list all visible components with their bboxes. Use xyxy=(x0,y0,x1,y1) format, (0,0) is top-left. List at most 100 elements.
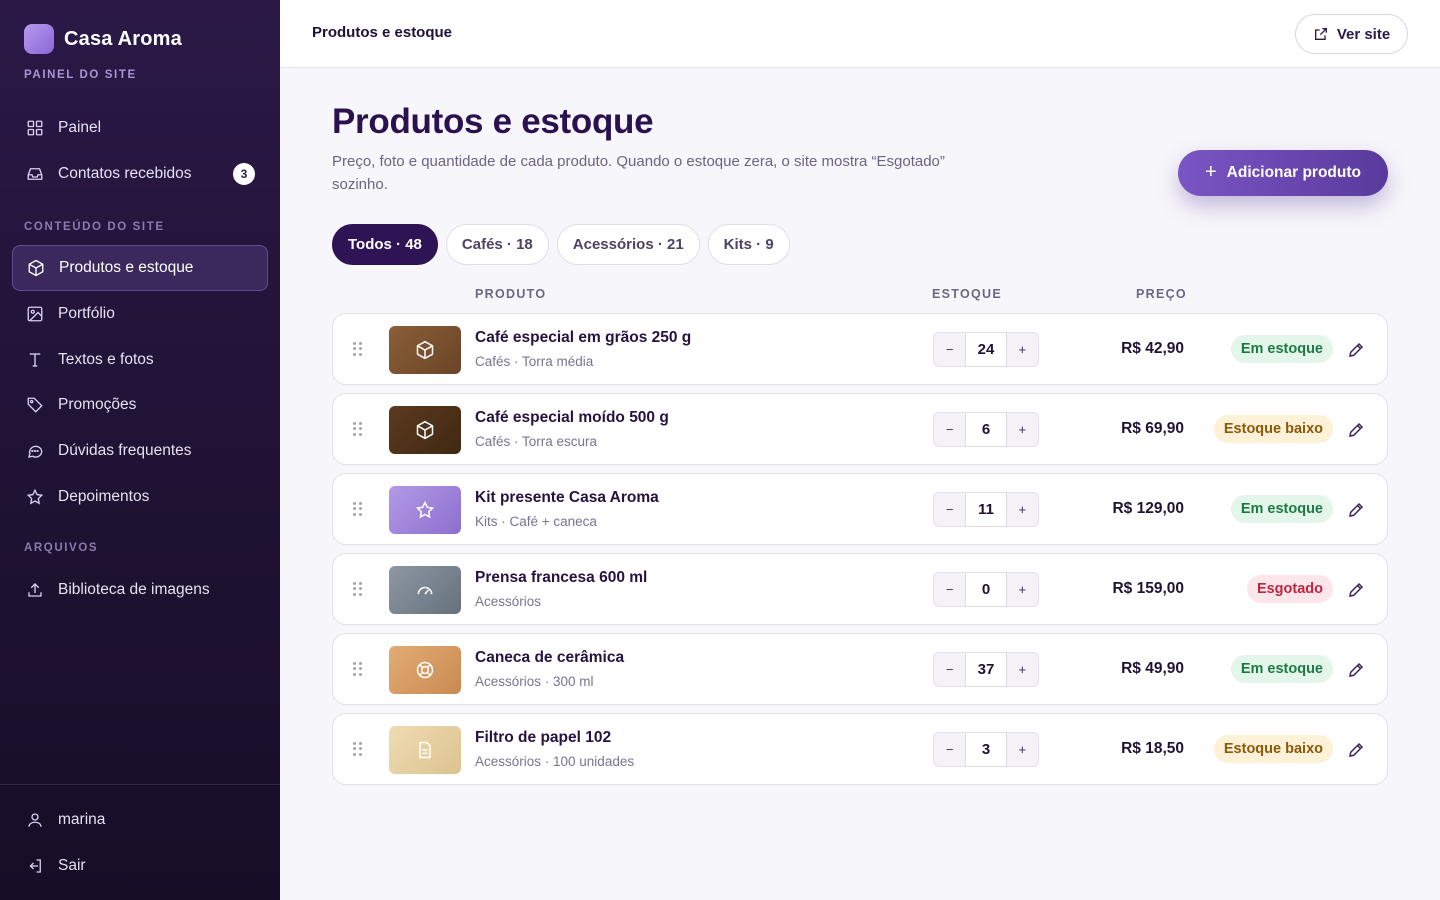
decrease-stock-button[interactable]: − xyxy=(934,733,965,766)
decrease-stock-button[interactable]: − xyxy=(934,653,965,686)
quantity-stepper: − 11 + xyxy=(933,492,1039,527)
filter-chip-kits[interactable]: Kits · 9 xyxy=(707,224,790,265)
drag-handle-icon[interactable] xyxy=(353,742,363,756)
grid-icon xyxy=(27,120,43,136)
edit-pencil-icon[interactable] xyxy=(1347,661,1365,679)
sidebar-item-label: Promoções xyxy=(58,396,137,413)
stock-value[interactable]: 24 xyxy=(965,332,1007,367)
edit-pencil-icon[interactable] xyxy=(1347,341,1365,359)
increase-stock-button[interactable]: + xyxy=(1007,413,1038,446)
drag-handle-icon[interactable] xyxy=(353,342,363,356)
external-link-icon xyxy=(1314,28,1327,40)
user-icon xyxy=(28,813,42,827)
drag-handle-icon[interactable] xyxy=(353,502,363,516)
product-category: Acessórios · 100 unidades xyxy=(475,754,635,769)
stock-value[interactable]: 3 xyxy=(965,732,1007,767)
drag-handle-icon[interactable] xyxy=(353,582,363,596)
sidebar-item-label: Produtos e estoque xyxy=(59,259,194,276)
logout-button[interactable]: Sair xyxy=(12,843,268,889)
decrease-stock-button[interactable]: − xyxy=(934,573,965,606)
product-row[interactable]: Filtro de papel 102 Acessórios · 100 uni… xyxy=(332,713,1388,785)
filter-chips: Todos · 48 Cafés · 18 Acessórios · 21 Ki… xyxy=(332,224,790,265)
stock-value[interactable]: 11 xyxy=(965,492,1007,527)
product-row[interactable]: Café especial moído 500 g Cafés · Torra … xyxy=(332,393,1388,465)
sidebar-item-promocoes[interactable]: Promoções xyxy=(12,382,268,428)
product-row[interactable]: Café especial em grãos 250 g Cafés · Tor… xyxy=(332,313,1388,385)
product-thumbnail xyxy=(389,646,461,694)
sidebar-item-painel[interactable]: Painel xyxy=(12,105,268,151)
stock-value[interactable]: 0 xyxy=(965,572,1007,607)
brand[interactable]: Casa Aroma xyxy=(24,24,182,54)
decrease-stock-button[interactable]: − xyxy=(934,333,965,366)
sidebar-item-label: Depoimentos xyxy=(58,488,150,505)
sidebar-item-depoimentos[interactable]: Depoimentos xyxy=(12,474,268,520)
column-header-stock: ESTOQUE xyxy=(932,287,1002,301)
increase-stock-button[interactable]: + xyxy=(1007,733,1038,766)
edit-pencil-icon[interactable] xyxy=(1347,581,1365,599)
decrease-stock-button[interactable]: − xyxy=(934,413,965,446)
filter-chip-todos[interactable]: Todos · 48 xyxy=(332,224,438,265)
logout-icon xyxy=(29,859,41,873)
view-site-label: Ver site xyxy=(1336,25,1391,43)
sidebar-item-label: Textos e fotos xyxy=(58,351,154,368)
quantity-stepper: − 0 + xyxy=(933,572,1039,607)
sidebar-item-produtos[interactable]: Produtos e estoque xyxy=(12,245,268,291)
box-icon xyxy=(416,340,434,360)
column-header-price: PREÇO xyxy=(1136,287,1187,301)
filter-chip-acessorios[interactable]: Acessórios · 21 xyxy=(556,224,700,265)
status-badge: Em estoque xyxy=(1230,655,1333,683)
inbox-icon xyxy=(27,168,43,180)
sidebar-item-label: Dúvidas frequentes xyxy=(58,442,192,459)
section-label-files: ARQUIVOS xyxy=(24,542,99,554)
sidebar-item-contatos[interactable]: Contatos recebidos 3 xyxy=(12,151,268,197)
sidebar-item-portfolio[interactable]: Portfólio xyxy=(12,291,268,337)
drag-handle-icon[interactable] xyxy=(353,662,363,676)
sidebar-item-biblioteca[interactable]: Biblioteca de imagens xyxy=(12,567,268,613)
document-icon xyxy=(419,741,431,759)
product-thumbnail xyxy=(389,726,461,774)
stock-value[interactable]: 6 xyxy=(965,412,1007,447)
status-badge: Em estoque xyxy=(1230,335,1333,363)
star-icon xyxy=(415,500,435,519)
product-row[interactable]: Kit presente Casa Aroma Kits · Café + ca… xyxy=(332,473,1388,545)
increase-stock-button[interactable]: + xyxy=(1007,493,1038,526)
product-thumbnail xyxy=(389,406,461,454)
edit-pencil-icon[interactable] xyxy=(1347,501,1365,519)
drag-handle-icon[interactable] xyxy=(353,422,363,436)
topbar: Produtos e estoque Ver site xyxy=(280,0,1440,68)
product-price: R$ 42,90 xyxy=(1121,340,1184,357)
product-price: R$ 129,00 xyxy=(1112,500,1184,517)
sidebar-item-label: Biblioteca de imagens xyxy=(58,581,210,598)
sidebar-item-duvidas[interactable]: Dúvidas frequentes xyxy=(12,428,268,474)
tag-icon xyxy=(27,397,43,413)
edit-pencil-icon[interactable] xyxy=(1347,741,1365,759)
increase-stock-button[interactable]: + xyxy=(1007,573,1038,606)
star-icon xyxy=(26,488,44,505)
user-profile[interactable]: marina xyxy=(12,797,268,843)
sidebar-divider xyxy=(0,784,280,785)
brand-name: Casa Aroma xyxy=(64,27,182,50)
product-name: Caneca de cerâmica xyxy=(475,649,625,666)
sidebar-item-textos[interactable]: Textos e fotos xyxy=(12,337,268,383)
increase-stock-button[interactable]: + xyxy=(1007,333,1038,366)
plus-icon: + xyxy=(1204,161,1217,183)
product-price: R$ 159,00 xyxy=(1112,580,1184,597)
product-price: R$ 18,50 xyxy=(1121,740,1184,757)
chat-icon xyxy=(28,445,43,458)
product-category: Cafés · Torra escura xyxy=(475,434,598,449)
view-site-button[interactable]: Ver site xyxy=(1295,14,1408,54)
decrease-stock-button[interactable]: − xyxy=(934,493,965,526)
product-category: Cafés · Torra média xyxy=(475,354,594,369)
product-row[interactable]: Prensa francesa 600 ml Acessórios − 0 + … xyxy=(332,553,1388,625)
product-name: Café especial em grãos 250 g xyxy=(475,329,692,346)
product-thumbnail xyxy=(389,326,461,374)
increase-stock-button[interactable]: + xyxy=(1007,653,1038,686)
contacts-count-badge: 3 xyxy=(233,163,255,185)
quantity-stepper: − 3 + xyxy=(933,732,1039,767)
stock-value[interactable]: 37 xyxy=(965,652,1007,687)
product-row[interactable]: Caneca de cerâmica Acessórios · 300 ml −… xyxy=(332,633,1388,705)
add-product-button[interactable]: + Adicionar produto xyxy=(1178,150,1388,196)
filter-chip-cafes[interactable]: Cafés · 18 xyxy=(445,224,549,265)
status-badge: Estoque baixo xyxy=(1213,735,1333,763)
edit-pencil-icon[interactable] xyxy=(1347,421,1365,439)
